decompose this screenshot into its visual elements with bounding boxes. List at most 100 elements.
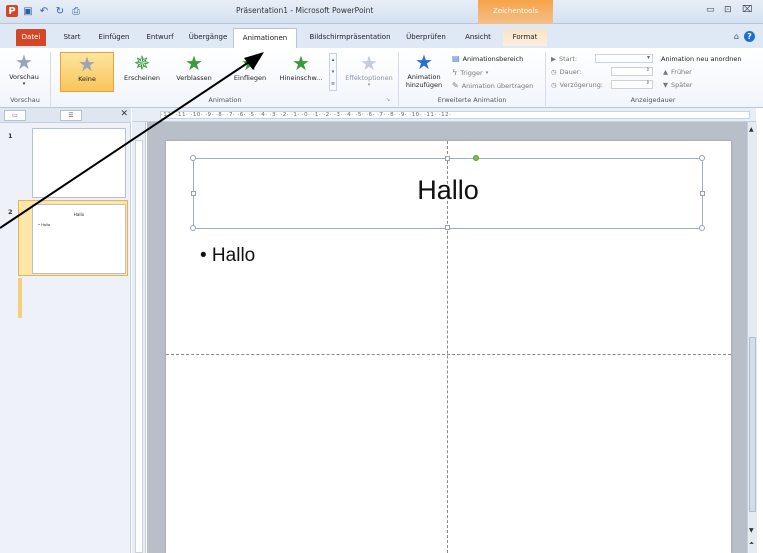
help-icon[interactable]: ?: [744, 31, 755, 42]
group-label-erweiterte-animation: Erweiterte Animation: [437, 96, 507, 104]
tab-ueberpruefen[interactable]: Überprüfen: [403, 29, 449, 46]
undo-icon[interactable]: ↶: [38, 5, 50, 17]
tab-start[interactable]: Start: [58, 29, 86, 46]
scroll-up-icon[interactable]: ▲: [749, 126, 754, 133]
outline-tab[interactable]: ☰: [60, 110, 82, 121]
vertical-ruler-track: [135, 140, 143, 553]
resize-handle[interactable]: [445, 225, 450, 230]
resize-handle[interactable]: [699, 225, 705, 231]
animation-verblassen[interactable]: ★ Verblassen: [170, 52, 218, 92]
move-later-button[interactable]: ▼ Später: [663, 81, 692, 89]
tab-einfuegen[interactable]: Einfügen: [94, 29, 134, 46]
star-hineinschweben-icon: ★: [292, 51, 310, 75]
star-keine-icon: ★: [78, 52, 96, 76]
tab-entwurf[interactable]: Entwurf: [142, 29, 178, 46]
scrollbar-thumb[interactable]: [749, 337, 756, 512]
slide[interactable]: Hallo • Hallo: [166, 141, 731, 553]
preview-star-icon: ★: [15, 50, 33, 74]
tab-uebergaenge[interactable]: Übergänge: [186, 29, 230, 46]
animation-gallery-scroll[interactable]: ▴ ▾ ≡: [329, 53, 337, 91]
resize-handle[interactable]: [700, 191, 705, 196]
animation-pane-button[interactable]: ▤ Animationsbereich: [452, 54, 523, 63]
star-erscheinen-icon: ✵: [133, 51, 151, 75]
previous-slide-icon[interactable]: ⏶: [749, 540, 754, 548]
animation-erscheinen[interactable]: ✵ Erscheinen: [118, 52, 166, 92]
tab-animationen[interactable]: Animationen: [233, 28, 297, 48]
quick-access-toolbar: P ▣ ↶ ↻ ⎙: [6, 5, 82, 18]
start-icon: ▶: [551, 55, 556, 63]
vertical-ruler: [132, 122, 146, 553]
reorder-label: Animation neu anordnen: [661, 55, 742, 63]
effect-options-icon: ★: [360, 51, 378, 75]
arrow-up-icon: ▲: [663, 68, 668, 76]
slide-thumbnail-1[interactable]: [32, 128, 126, 198]
resize-handle[interactable]: [190, 155, 196, 161]
resize-handle[interactable]: [445, 156, 450, 161]
animation-einfliegen[interactable]: ★ Einfliegen: [226, 52, 274, 92]
save-icon[interactable]: ▣: [22, 5, 34, 17]
close-icon[interactable]: ⌧: [742, 5, 752, 15]
delay-stepper[interactable]: ⇕: [611, 80, 653, 89]
title-bar: P ▣ ↶ ↻ ⎙ Präsentation1 - Microsoft Powe…: [0, 0, 763, 24]
thumb-title: Hallo: [73, 212, 85, 217]
trigger-icon: ϟ: [452, 68, 458, 77]
thumb-bullet: • Hallo: [38, 223, 51, 227]
dialog-launcher-icon[interactable]: ↘: [386, 97, 390, 103]
slide-thumbnail-2[interactable]: Hallo • Hallo: [32, 204, 126, 274]
effect-options-button[interactable]: ★ Effektoptionen ▾: [342, 52, 396, 92]
horizontal-ruler: ·12· ·11· ·10· ·9· ·8· ·7· ·6· ·5· ·4· ·…: [132, 108, 756, 122]
ribbon-tabs: Datei Start Einfügen Entwurf Übergänge A…: [0, 24, 763, 48]
move-earlier-button[interactable]: ▲ Früher: [663, 68, 692, 76]
tab-ansicht[interactable]: Ansicht: [460, 29, 496, 46]
minimize-icon[interactable]: ▭: [706, 5, 715, 15]
trigger-button[interactable]: ϟ Trigger ▾: [452, 68, 488, 77]
start-select[interactable]: ▾: [595, 54, 653, 63]
animation-hineinschweben[interactable]: ★ Hineinschw...: [276, 52, 326, 92]
slides-tab[interactable]: ▭: [4, 110, 26, 121]
scroll-down-icon[interactable]: ▼: [749, 527, 754, 534]
redo-icon[interactable]: ↻: [54, 5, 66, 17]
slide-number: 2: [8, 208, 13, 216]
tab-bildschirmpraesentation[interactable]: Bildschirmpräsentation: [304, 29, 396, 46]
panel-tabs: ▭ ☰ ✕: [0, 108, 131, 123]
delay-field-label: ◷ Verzögerung:: [551, 81, 604, 89]
resize-handle[interactable]: [699, 155, 705, 161]
window-title: Präsentation1 - Microsoft PowerPoint: [236, 6, 374, 15]
duration-clock-icon: ◷: [551, 68, 557, 76]
arrow-down-icon: ▼: [663, 81, 668, 89]
add-animation-star-icon: ★: [415, 50, 433, 74]
vertical-scrollbar[interactable]: ▲ ▼ ⏶: [747, 122, 757, 553]
delay-clock-icon: ◷: [551, 81, 557, 89]
group-label-vorschau: Vorschau: [10, 96, 40, 104]
slide-title[interactable]: Hallo: [194, 175, 702, 206]
print-icon[interactable]: ⎙: [70, 5, 82, 17]
duration-stepper[interactable]: ⇕: [611, 67, 653, 76]
horizontal-ruler-track: ·12· ·11· ·10· ·9· ·8· ·7· ·6· ·5· ·4· ·…: [160, 111, 750, 119]
panel-close-icon[interactable]: ✕: [120, 109, 128, 119]
resize-handle[interactable]: [190, 225, 196, 231]
star-verblassen-icon: ★: [185, 51, 203, 75]
animation-keine[interactable]: ★ Keine: [60, 52, 114, 92]
context-tab-title: Zeichentools: [478, 0, 553, 24]
preview-button[interactable]: ★ Vorschau ▾: [3, 51, 45, 95]
animation-painter-button[interactable]: ✎ Animation übertragen: [452, 81, 533, 90]
title-placeholder[interactable]: Hallo: [190, 155, 705, 231]
group-label-anzeigedauer: Anzeigedauer: [630, 96, 676, 104]
group-label-animation: Animation: [208, 96, 242, 104]
collapse-ribbon-icon[interactable]: ⌂: [734, 32, 739, 41]
resize-handle[interactable]: [191, 191, 196, 196]
rotation-handle[interactable]: [473, 155, 479, 161]
duration-field-label: ◷ Dauer:: [551, 68, 582, 76]
horizontal-guide[interactable]: [166, 354, 731, 355]
slides-panel: ▭ ☰ ✕ 1 2 Hallo • Hallo: [0, 108, 131, 553]
slide-canvas: Hallo • Hallo: [147, 122, 747, 553]
tab-format[interactable]: Format: [503, 29, 547, 46]
painter-icon: ✎: [452, 81, 459, 90]
start-field-label: ▶ Start:: [551, 55, 578, 63]
maximize-icon[interactable]: ⊡: [724, 5, 732, 15]
bullet-text[interactable]: • Hallo: [200, 245, 255, 267]
animation-pane-icon: ▤: [452, 54, 460, 63]
star-einfliegen-icon: ★: [241, 51, 259, 75]
tab-datei[interactable]: Datei: [16, 29, 46, 46]
add-animation-button[interactable]: ★ Animation hinzufügen: [402, 51, 446, 95]
